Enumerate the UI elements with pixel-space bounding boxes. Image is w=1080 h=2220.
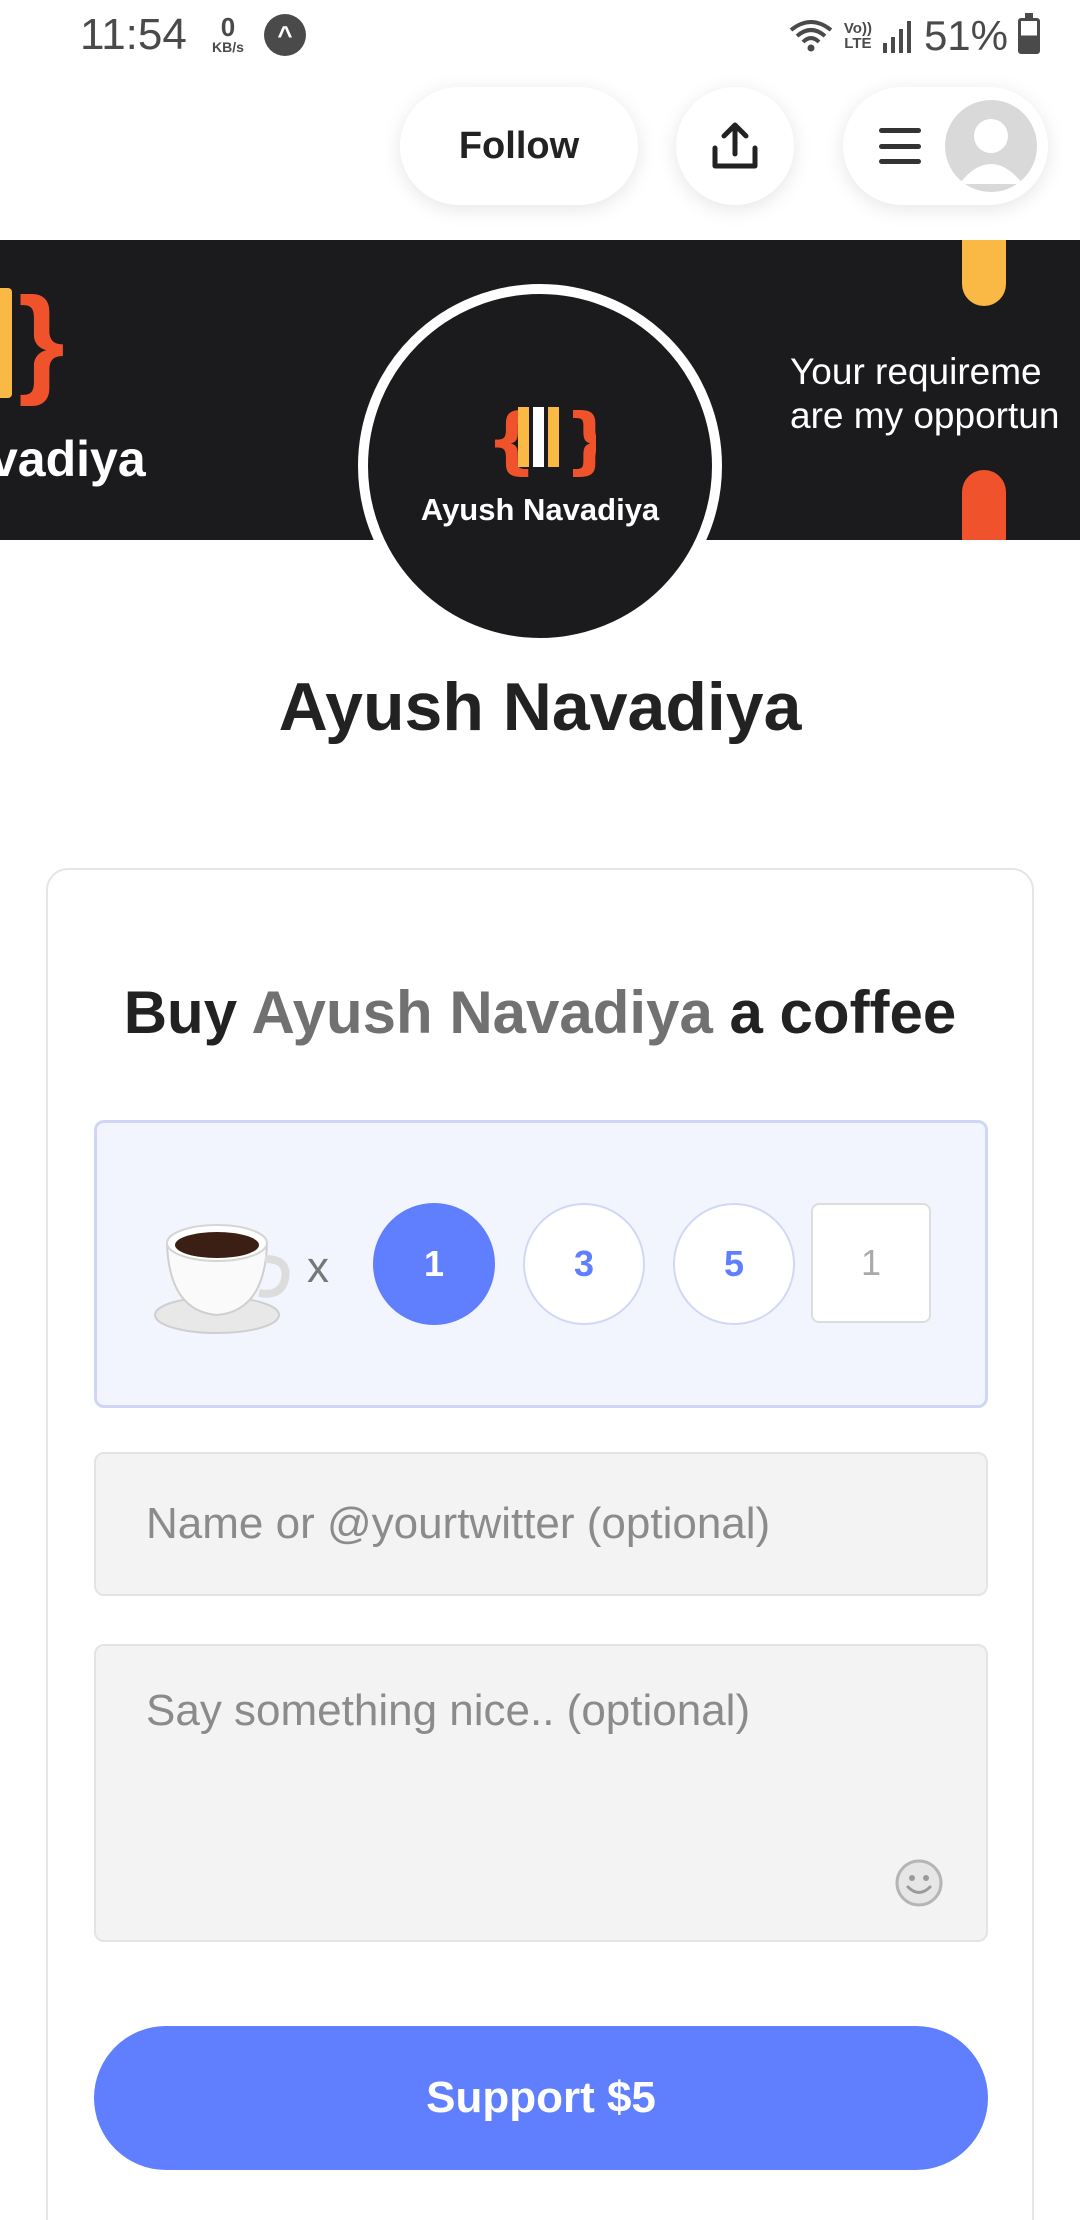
status-time: 11:54 bbox=[80, 10, 187, 59]
coffee-cup-icon bbox=[154, 1224, 290, 1334]
creator-name: Ayush Navadiya bbox=[278, 669, 802, 745]
follow-button[interactable]: Follow bbox=[400, 87, 638, 205]
battery-icon bbox=[1018, 13, 1040, 54]
banner-tagline-line2: are my opportun bbox=[790, 395, 1060, 436]
message-placeholder: Say something nice.. (optional) bbox=[146, 1686, 751, 1735]
banner-pill-yellow bbox=[962, 240, 1006, 306]
volte-indicator: Vo)) LTE bbox=[844, 21, 872, 51]
emoji-picker-icon[interactable] bbox=[894, 1858, 944, 1908]
wifi-icon bbox=[789, 20, 833, 52]
signal-icon bbox=[882, 21, 911, 53]
books-logo-icon: { } bbox=[486, 399, 596, 479]
network-speed: 0 KB/s bbox=[206, 14, 250, 54]
multiplier-label: x bbox=[307, 1243, 329, 1292]
share-icon bbox=[712, 122, 758, 169]
card-title: Buy Ayush Navadiya a coffee bbox=[48, 978, 1032, 1047]
status-bar: 11:54 0 KB/s ^ Vo)) LTE 51% bbox=[0, 0, 1080, 72]
hamburger-icon bbox=[879, 128, 921, 164]
support-card: Buy Ayush Navadiya a coffee x 1 3 5 1 Na… bbox=[46, 868, 1034, 2220]
banner-logo-bar bbox=[0, 288, 12, 398]
banner-pill-orange bbox=[962, 470, 1006, 540]
banner-logo-brace: } bbox=[18, 273, 65, 407]
app-notification-icon: ^ bbox=[264, 14, 306, 56]
battery-percent: 51% bbox=[923, 12, 1008, 59]
quantity-option-5[interactable]: 5 bbox=[673, 1203, 795, 1325]
avatar[interactable] bbox=[945, 100, 1037, 192]
svg-text:{: { bbox=[486, 399, 537, 479]
banner-tagline: Your requireme are my opportun bbox=[790, 350, 1059, 438]
quantity-option-3[interactable]: 3 bbox=[523, 1203, 645, 1325]
network-speed-unit: KB/s bbox=[212, 39, 244, 55]
quantity-selector: x 1 3 5 1 bbox=[94, 1120, 988, 1408]
card-title-prefix: Buy bbox=[123, 979, 238, 1046]
support-button[interactable]: Support $5 bbox=[94, 2026, 988, 2170]
quantity-option-1[interactable]: 1 bbox=[373, 1203, 495, 1325]
banner-tagline-line1: Your requireme bbox=[790, 351, 1042, 392]
menu-button[interactable] bbox=[843, 87, 1048, 205]
banner-name-text: vadiya bbox=[0, 431, 146, 487]
profile-logo-text: Ayush Navadiya bbox=[420, 492, 660, 527]
custom-quantity-input[interactable]: 1 bbox=[811, 1203, 931, 1323]
message-textarea[interactable]: Say something nice.. (optional) bbox=[94, 1644, 988, 1942]
volte-bottom: LTE bbox=[844, 35, 872, 52]
profile-picture: { } Ayush Navadiya bbox=[358, 284, 722, 648]
card-title-name: Ayush Navadiya bbox=[251, 979, 713, 1046]
status-indicators: Vo)) LTE 51% bbox=[788, 8, 1040, 64]
user-icon bbox=[959, 119, 1023, 184]
svg-text:}: } bbox=[564, 399, 596, 479]
top-nav: Follow bbox=[0, 72, 1080, 240]
supporter-name-input[interactable]: Name or @yourtwitter (optional) bbox=[94, 1452, 988, 1596]
network-speed-value: 0 bbox=[220, 12, 236, 42]
share-button[interactable] bbox=[676, 87, 794, 205]
card-title-suffix: a coffee bbox=[729, 979, 957, 1046]
